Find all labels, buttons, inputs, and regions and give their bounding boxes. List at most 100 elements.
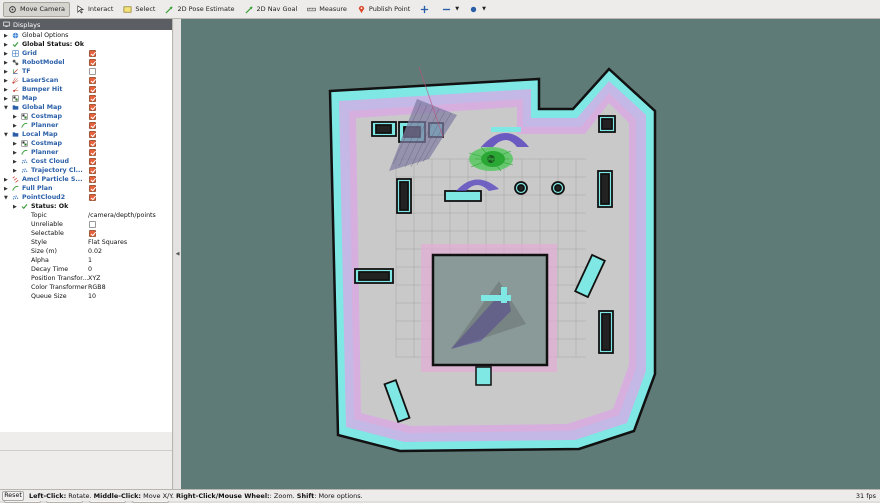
enable-checkbox[interactable] — [89, 59, 96, 66]
tool-select[interactable]: Select — [119, 2, 159, 17]
tree-row-decay-time[interactable]: Decay Time 0 — [0, 265, 172, 274]
property-value[interactable]: Flat Squares — [88, 239, 127, 246]
tree-row-robotmodel[interactable]: ▶ RobotModel — [0, 58, 172, 67]
3d-viewport[interactable] — [181, 19, 880, 489]
enable-checkbox[interactable] — [89, 68, 96, 75]
tree-row-global-map[interactable]: ▼ Global Map — [0, 103, 172, 112]
enable-checkbox[interactable] — [89, 113, 96, 120]
property-value[interactable]: RGB8 — [88, 284, 106, 291]
tree-row-unreliable[interactable]: Unreliable — [0, 220, 172, 229]
panel-splitter[interactable]: ◀ — [174, 19, 181, 489]
enable-checkbox[interactable] — [89, 185, 96, 192]
tree-row-size-m[interactable]: Size (m) 0.02 — [0, 247, 172, 256]
enable-checkbox[interactable] — [89, 95, 96, 102]
tree-row-alpha[interactable]: Alpha 1 — [0, 256, 172, 265]
expand-arrow-icon[interactable]: ▶ — [4, 177, 8, 183]
property-value[interactable]: 0 — [88, 266, 92, 273]
collapse-arrow-icon[interactable]: ◀ — [176, 251, 180, 257]
tree-row-bumper-hit[interactable]: ▶ Bumper Hit — [0, 85, 172, 94]
expand-arrow-icon[interactable]: ▶ — [4, 186, 8, 192]
enable-checkbox[interactable] — [89, 176, 96, 183]
enable-checkbox[interactable] — [89, 221, 96, 228]
enable-checkbox[interactable] — [89, 77, 96, 84]
tree-row-cost-cloud[interactable]: ▶ Cost Cloud — [0, 157, 172, 166]
expand-arrow-icon[interactable]: ▶ — [13, 150, 17, 156]
expand-arrow-icon[interactable]: ▶ — [13, 204, 17, 210]
tree-row-grid[interactable]: ▶ Grid — [0, 49, 172, 58]
tree-row-laserscan[interactable]: ▶ LaserScan — [0, 76, 172, 85]
tree-row-tf[interactable]: ▶ TF — [0, 67, 172, 76]
enable-checkbox[interactable] — [89, 230, 96, 237]
expand-arrow-icon[interactable]: ▶ — [4, 69, 8, 75]
expand-arrow-icon[interactable]: ▶ — [4, 60, 8, 66]
property-value[interactable]: 10 — [88, 293, 96, 300]
tree-row-global-options[interactable]: ▶ Global Options — [0, 31, 172, 40]
expand-arrow-icon[interactable]: ▶ — [4, 87, 8, 93]
property-value[interactable]: 0.02 — [88, 248, 102, 255]
tree-row-position-transfor[interactable]: Position Transfor... XYZ — [0, 274, 172, 283]
enable-checkbox[interactable] — [89, 104, 96, 111]
expand-arrow-icon[interactable]: ▶ — [13, 141, 17, 147]
tree-row-trajectory-cl[interactable]: ▶ Trajectory Cl... — [0, 166, 172, 175]
tree-row-status-ok[interactable]: ▶ Status: Ok — [0, 202, 172, 211]
expand-arrow-icon[interactable]: ▶ — [4, 51, 8, 57]
hint-part: : Zoom. — [269, 491, 297, 500]
tree-row-costmap[interactable]: ▶ Costmap — [0, 139, 172, 148]
tool-remove-icon[interactable]: ▼ — [438, 2, 463, 17]
tree-row-planner[interactable]: ▶ Planner — [0, 121, 172, 130]
tool-camera-type-icon[interactable]: ▼ — [465, 2, 490, 17]
collapse-arrow-icon[interactable]: ▼ — [4, 105, 8, 111]
tree-row-local-map[interactable]: ▼ Local Map — [0, 130, 172, 139]
property-value[interactable]: /camera/depth/points — [88, 212, 156, 219]
reset-button[interactable]: Reset — [2, 490, 24, 501]
tool-2d-nav-goal[interactable]: 2D Nav Goal — [241, 2, 302, 17]
expand-arrow-icon[interactable]: ▶ — [13, 168, 17, 174]
tree-row-color-transformer[interactable]: Color Transformer RGB8 — [0, 283, 172, 292]
path-icon — [12, 185, 19, 192]
cloud-icon — [12, 194, 19, 201]
tool-2d-pose-estimate[interactable]: 2D Pose Estimate — [161, 2, 238, 17]
tree-row-topic[interactable]: Topic/camera/depth/points — [0, 211, 172, 220]
tree-row-amcl-particle-s[interactable]: ▶ Amcl Particle S... — [0, 175, 172, 184]
collapse-arrow-icon[interactable]: ▼ — [4, 195, 8, 201]
globe-icon — [12, 32, 19, 39]
tool-publish-point[interactable]: Publish Point — [353, 2, 414, 17]
enable-checkbox[interactable] — [89, 167, 96, 174]
enable-checkbox[interactable] — [89, 131, 96, 138]
expand-arrow-icon[interactable]: ▶ — [13, 159, 17, 165]
property-value[interactable]: 1 — [88, 257, 92, 264]
tree-row-queue-size[interactable]: Queue Size 10 — [0, 292, 172, 301]
expand-arrow-icon[interactable]: ▶ — [4, 42, 8, 48]
expand-arrow-icon[interactable]: ▶ — [4, 33, 8, 39]
tree-row-global-status-ok[interactable]: ▶ Global Status: Ok — [0, 40, 172, 49]
enable-checkbox[interactable] — [89, 86, 96, 93]
tree-label: Grid — [22, 50, 37, 57]
grid-icon — [12, 50, 19, 57]
tree-row-costmap[interactable]: ▶ Costmap — [0, 112, 172, 121]
enable-checkbox[interactable] — [89, 140, 96, 147]
collapse-arrow-icon[interactable]: ▼ — [4, 132, 8, 138]
tree-row-full-plan[interactable]: ▶ Full Plan — [0, 184, 172, 193]
tree-row-style[interactable]: Style Flat Squares — [0, 238, 172, 247]
tool-move-camera[interactable]: Move Camera — [3, 1, 71, 17]
expand-arrow-icon[interactable]: ▶ — [4, 78, 8, 84]
enable-checkbox[interactable] — [89, 122, 96, 129]
tool-add-icon[interactable] — [416, 2, 436, 17]
enable-checkbox[interactable] — [89, 194, 96, 201]
enable-checkbox[interactable] — [89, 158, 96, 165]
tool-label: Publish Point — [368, 5, 411, 13]
expand-arrow-icon[interactable]: ▶ — [13, 123, 17, 129]
property-value[interactable]: XYZ — [88, 275, 100, 282]
enable-checkbox[interactable] — [89, 50, 96, 57]
tree-row-selectable[interactable]: Selectable — [0, 229, 172, 238]
tree-label: TF — [22, 68, 31, 75]
tool-measure[interactable]: Measure — [303, 2, 351, 17]
enable-checkbox[interactable] — [89, 149, 96, 156]
tree-label: Costmap — [31, 140, 63, 147]
expand-arrow-icon[interactable]: ▶ — [4, 96, 8, 102]
tree-row-pointcloud2[interactable]: ▼ PointCloud2 — [0, 193, 172, 202]
tool-interact[interactable]: Interact — [72, 2, 117, 17]
expand-arrow-icon[interactable]: ▶ — [13, 114, 17, 120]
tree-row-map[interactable]: ▶ Map — [0, 94, 172, 103]
tree-row-planner[interactable]: ▶ Planner — [0, 148, 172, 157]
